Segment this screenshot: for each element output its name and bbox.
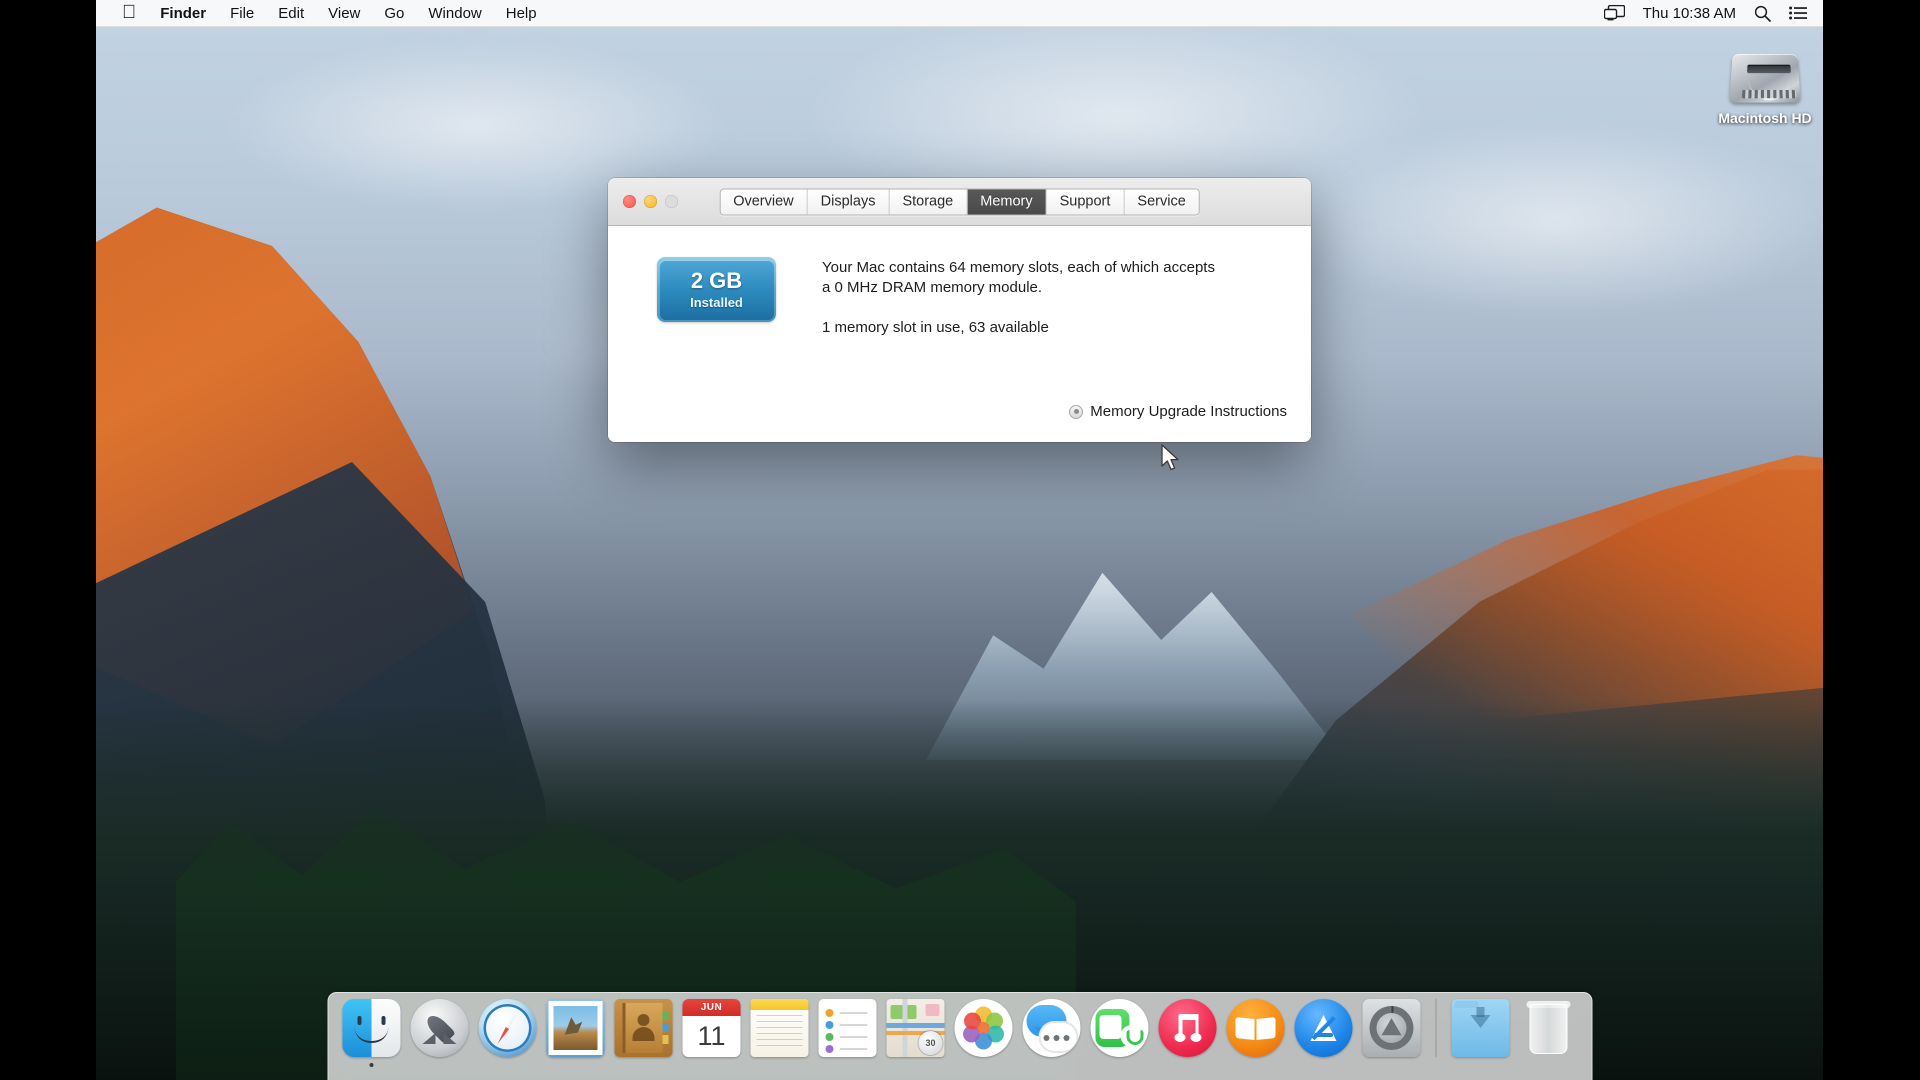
ibooks-icon: [1226, 999, 1285, 1057]
reminders-icon: [818, 999, 877, 1057]
dock-item-maps[interactable]: 30: [885, 999, 947, 1077]
memory-description-line-2: a 0 MHz DRAM memory module.: [822, 279, 1043, 297]
memory-upgrade-instructions-label: Memory Upgrade Instructions: [1090, 403, 1287, 420]
dock-item-mail[interactable]: [545, 999, 607, 1077]
dock-item-finder[interactable]: [341, 999, 403, 1077]
dock-item-trash[interactable]: [1518, 999, 1580, 1077]
menu-bar-clock[interactable]: Thu 10:38 AM: [1643, 5, 1736, 22]
dock-item-reminders[interactable]: [817, 999, 879, 1077]
desktop-icon-label: Macintosh HD: [1718, 110, 1812, 126]
desktop-wallpaper[interactable]: [96, 0, 1823, 1080]
launchpad-icon: [410, 999, 469, 1057]
downloads-folder-icon: [1451, 999, 1510, 1057]
tab-overview[interactable]: Overview: [720, 189, 808, 214]
dock-item-downloads[interactable]: [1450, 999, 1512, 1077]
tab-memory[interactable]: Memory: [967, 189, 1047, 214]
tab-storage[interactable]: Storage: [889, 189, 968, 214]
menu-item-help[interactable]: Help: [494, 0, 549, 26]
tab-displays[interactable]: Displays: [807, 189, 890, 214]
arrow-pointer-icon: [1160, 444, 1182, 474]
memory-size-value: 2 GB: [690, 268, 743, 294]
memory-panel: 2 GB Installed Your Mac contains 64 memo…: [608, 226, 1311, 442]
dock-item-app-store[interactable]: [1293, 999, 1355, 1077]
apple-logo-icon[interactable]: : [110, 0, 148, 26]
trash-icon: [1520, 999, 1578, 1057]
dock-item-facetime[interactable]: [1089, 999, 1151, 1077]
messages-icon: [1022, 999, 1081, 1057]
window-controls: [608, 195, 678, 208]
dock-item-photos[interactable]: [953, 999, 1015, 1077]
menu-bar-left:  Finder File Edit View Go Window Help: [96, 0, 549, 26]
notification-center-icon[interactable]: [1789, 6, 1807, 20]
memory-description: Your Mac contains 64 memory slots, each …: [822, 258, 1262, 338]
dock-separator: [1435, 999, 1437, 1057]
hard-drive-icon: [1727, 44, 1803, 106]
window-titlebar[interactable]: Overview Displays Storage Memory Support…: [608, 178, 1311, 226]
memory-installed-badge: 2 GB Installed: [657, 257, 776, 322]
menu-item-edit[interactable]: Edit: [266, 0, 316, 26]
system-information-window[interactable]: Overview Displays Storage Memory Support…: [608, 178, 1311, 442]
dock-item-ibooks[interactable]: [1225, 999, 1287, 1077]
dock-item-launchpad[interactable]: [409, 999, 471, 1077]
dock-item-messages[interactable]: [1021, 999, 1083, 1077]
memory-description-line-1: Your Mac contains 64 memory slots, each …: [822, 259, 1215, 276]
photos-icon: [954, 999, 1013, 1057]
info-bullet-icon: [1069, 404, 1084, 419]
mail-icon: [546, 999, 605, 1057]
dock-item-safari[interactable]: [477, 999, 539, 1077]
dock-item-system-preferences[interactable]: [1361, 999, 1423, 1077]
menu-bar-status-area: Thu 10:38 AM: [1603, 5, 1823, 22]
contacts-icon: [614, 999, 673, 1057]
screen:  Finder File Edit View Go Window Help T…: [0, 0, 1920, 1080]
app-store-icon: [1294, 999, 1353, 1057]
dock-item-calendar[interactable]: JUN 11: [681, 999, 743, 1077]
notes-icon: [750, 999, 809, 1057]
menu-item-window[interactable]: Window: [416, 0, 493, 26]
running-indicator: [369, 1063, 374, 1067]
menu-item-file[interactable]: File: [218, 0, 266, 26]
memory-slots-status: 1 memory slot in use, 63 available: [822, 318, 1049, 336]
dock-item-itunes[interactable]: [1157, 999, 1219, 1077]
dock-item-contacts[interactable]: [613, 999, 675, 1077]
zoom-button[interactable]: [665, 195, 678, 208]
menu-bar:  Finder File Edit View Go Window Help T…: [96, 0, 1823, 27]
memory-size-status: Installed: [690, 294, 743, 310]
finder-icon: [342, 999, 401, 1057]
safari-icon: [478, 999, 537, 1057]
tab-support[interactable]: Support: [1046, 189, 1125, 214]
memory-upgrade-instructions-link[interactable]: Memory Upgrade Instructions: [1069, 403, 1287, 420]
tab-service[interactable]: Service: [1124, 189, 1199, 214]
calendar-icon: JUN 11: [682, 999, 741, 1057]
system-preferences-icon: [1362, 999, 1421, 1057]
search-icon[interactable]: [1754, 5, 1771, 22]
close-button[interactable]: [623, 195, 636, 208]
itunes-icon: [1158, 999, 1217, 1057]
airplay-display-icon[interactable]: [1603, 5, 1625, 21]
menu-item-view[interactable]: View: [316, 0, 372, 26]
menu-item-go[interactable]: Go: [372, 0, 416, 26]
calendar-month: JUN: [682, 999, 741, 1016]
menu-item-finder[interactable]: Finder: [148, 0, 218, 26]
dock-item-notes[interactable]: [749, 999, 811, 1077]
tab-bar: Overview Displays Storage Memory Support…: [719, 188, 1200, 215]
calendar-day: 11: [697, 1021, 726, 1051]
minimize-button[interactable]: [644, 195, 657, 208]
maps-icon: 30: [886, 999, 945, 1057]
cloud-shape: [1276, 120, 1823, 320]
facetime-icon: [1090, 999, 1149, 1057]
dock: JUN 11 30: [327, 992, 1593, 1080]
desktop-icon-macintosh-hd[interactable]: Macintosh HD: [1710, 44, 1820, 126]
